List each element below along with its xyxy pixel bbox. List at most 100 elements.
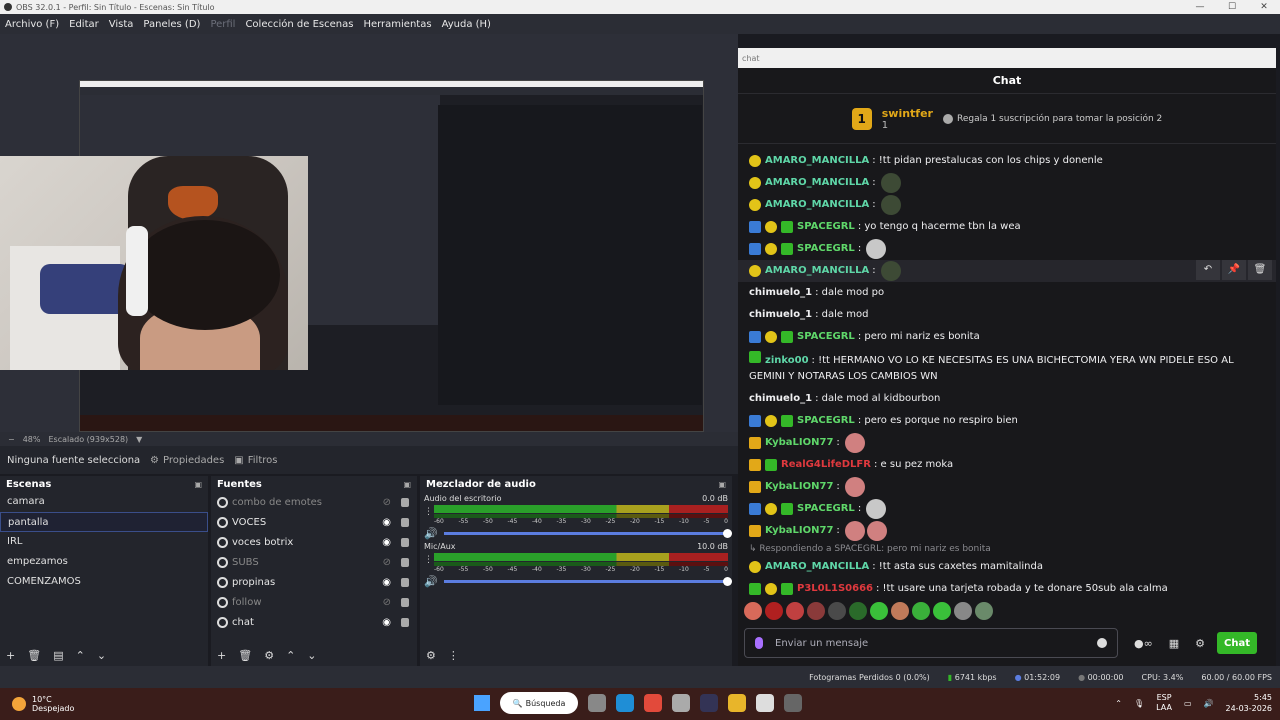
eye-icon[interactable]: ◉: [382, 617, 391, 628]
emoji-icon[interactable]: [1097, 638, 1107, 648]
top-gifter-name[interactable]: swintfer: [882, 107, 933, 120]
chat-message[interactable]: KybaLION77:: [749, 432, 1268, 454]
recent-emote-icon[interactable]: [849, 602, 867, 620]
clock[interactable]: 5:45 24-03-2026: [1226, 692, 1273, 714]
chat-username[interactable]: SPACEGRL: [797, 216, 855, 238]
lock-icon[interactable]: [401, 517, 409, 527]
eye-off-icon[interactable]: ⊘: [383, 597, 391, 608]
chat-message[interactable]: AMARO_MANCILLA: ↶ 📌 🗑: [738, 260, 1276, 282]
scene-item[interactable]: pantalla: [0, 512, 208, 532]
channel-points-icon[interactable]: ●∞: [1134, 637, 1153, 650]
chat-username[interactable]: AMARO_MANCILLA: [765, 556, 869, 578]
chat-message[interactable]: P3L0L1S0666: !tt usare una tarjeta robad…: [749, 578, 1268, 600]
channel-menu-icon[interactable]: ⋮: [424, 555, 434, 565]
chat-message[interactable]: KybaLION77:: [749, 520, 1268, 542]
menu-item[interactable]: Colección de Escenas: [240, 19, 358, 30]
source-settings-button[interactable]: ⚙: [264, 649, 274, 662]
lock-icon[interactable]: [401, 617, 409, 627]
recent-emote-icon[interactable]: [744, 602, 762, 620]
chat-username[interactable]: SPACEGRL: [797, 410, 855, 432]
undock-icon[interactable]: ▣: [194, 480, 202, 489]
store-icon[interactable]: ▦: [1169, 637, 1179, 650]
chat-message[interactable]: RealG4LifeDLFR: e su pez moka: [749, 454, 1268, 476]
source-item[interactable]: SUBS ⊘: [211, 552, 417, 572]
send-chat-button[interactable]: Chat: [1217, 632, 1258, 654]
chat-message[interactable]: SPACEGRL: pero mi nariz es bonita: [749, 326, 1268, 348]
lock-icon[interactable]: [401, 497, 409, 507]
lock-icon[interactable]: [401, 557, 409, 567]
add-scene-button[interactable]: +: [6, 649, 15, 662]
recent-emote-icon[interactable]: [954, 602, 972, 620]
recent-emote-icon[interactable]: [807, 602, 825, 620]
lock-icon[interactable]: [401, 537, 409, 547]
start-icon[interactable]: [474, 695, 490, 711]
chat-message[interactable]: AMARO_MANCILLA:: [749, 194, 1268, 216]
source-item[interactable]: combo de emotes ⊘: [211, 492, 417, 512]
chat-username[interactable]: chimuelo_1: [749, 282, 812, 304]
chat-message[interactable]: AMARO_MANCILLA: !tt asta sus caxetes mam…: [749, 556, 1268, 578]
reply-icon[interactable]: ↶: [1196, 260, 1220, 280]
recent-emote-icon[interactable]: [933, 602, 951, 620]
delete-icon[interactable]: 🗑: [1248, 260, 1272, 280]
scene-item[interactable]: COMENZAMOS: [0, 572, 208, 592]
github-icon[interactable]: [672, 694, 690, 712]
scene-item[interactable]: camara: [0, 492, 208, 512]
recent-emote-icon[interactable]: [912, 602, 930, 620]
obs-icon[interactable]: [784, 694, 802, 712]
chat-message[interactable]: chimuelo_1: dale mod al kidbourbon: [749, 388, 1268, 410]
move-up-button[interactable]: ⌃: [286, 649, 295, 662]
chat-message[interactable]: SPACEGRL:: [749, 498, 1268, 520]
chat-username[interactable]: AMARO_MANCILLA: [765, 150, 869, 172]
chat-username[interactable]: zinko00: [765, 355, 809, 366]
settings-icon[interactable]: ⚙: [1195, 637, 1205, 650]
recent-emote-icon[interactable]: [891, 602, 909, 620]
chevron-down-icon[interactable]: ▼: [136, 435, 142, 444]
chat-username[interactable]: SPACEGRL: [797, 238, 855, 260]
chat-message[interactable]: AMARO_MANCILLA: !tt pidan prestalucas co…: [749, 150, 1268, 172]
chat-username[interactable]: SPACEGRL: [797, 326, 855, 348]
media-player-icon[interactable]: [756, 694, 774, 712]
menu-item[interactable]: Perfil: [205, 19, 240, 30]
chat-username[interactable]: SPACEGRL: [797, 498, 855, 520]
eye-icon[interactable]: ◉: [382, 517, 391, 528]
menu-item[interactable]: Editar: [64, 19, 104, 30]
filters-button[interactable]: ▣ Filtros: [234, 455, 277, 466]
gift-cta[interactable]: Regala 1 suscripción para tomar la posic…: [942, 113, 1162, 124]
recent-emote-icon[interactable]: [975, 602, 993, 620]
source-item[interactable]: voces botrix ◉: [211, 532, 417, 552]
chat-message[interactable]: SPACEGRL: yo tengo q hacerme tbn la wea: [749, 216, 1268, 238]
preview-canvas[interactable]: [0, 34, 738, 432]
scene-item[interactable]: IRL: [0, 532, 208, 552]
recent-emote-icon[interactable]: [870, 602, 888, 620]
edge-icon[interactable]: [616, 694, 634, 712]
volume-icon[interactable]: 🔊: [1204, 699, 1214, 708]
menu-item[interactable]: Archivo (F): [0, 19, 64, 30]
lock-icon[interactable]: [401, 577, 409, 587]
chat-message[interactable]: zinko00: !tt HERMANO VO LO KE NECESITAS …: [749, 348, 1268, 388]
remove-source-button[interactable]: 🗑: [238, 649, 252, 662]
volume-knob[interactable]: [723, 529, 732, 538]
chat-message[interactable]: SPACEGRL: pero es porque no respiro bien: [749, 410, 1268, 432]
speaker-icon[interactable]: 🔊: [424, 527, 438, 540]
advanced-audio-button[interactable]: ⚙: [426, 649, 436, 662]
eye-icon[interactable]: ◉: [382, 537, 391, 548]
chat-message[interactable]: SPACEGRL:: [749, 238, 1268, 260]
recent-emote-icon[interactable]: [786, 602, 804, 620]
steam-icon[interactable]: [700, 694, 718, 712]
properties-button[interactable]: ⚙ Propiedades: [150, 455, 224, 466]
chrome-icon[interactable]: [644, 694, 662, 712]
source-item[interactable]: follow ⊘: [211, 592, 417, 612]
language-indicator[interactable]: ESP LAA: [1156, 693, 1172, 713]
scene-filters-button[interactable]: ▤: [53, 649, 63, 662]
chat-username[interactable]: KybaLION77: [765, 476, 833, 498]
minimize-button[interactable]: —: [1184, 0, 1216, 14]
eye-off-icon[interactable]: ⊘: [383, 557, 391, 568]
recent-emote-icon[interactable]: [765, 602, 783, 620]
maximize-button[interactable]: ☐: [1216, 0, 1248, 14]
channel-menu-icon[interactable]: ⋮: [424, 507, 434, 517]
chat-username[interactable]: RealG4LifeDLFR: [781, 454, 871, 476]
source-item[interactable]: VOCES ◉: [211, 512, 417, 532]
minus-icon[interactable]: −: [8, 435, 15, 444]
move-down-button[interactable]: ⌄: [97, 649, 106, 662]
volume-slider[interactable]: [443, 529, 732, 538]
